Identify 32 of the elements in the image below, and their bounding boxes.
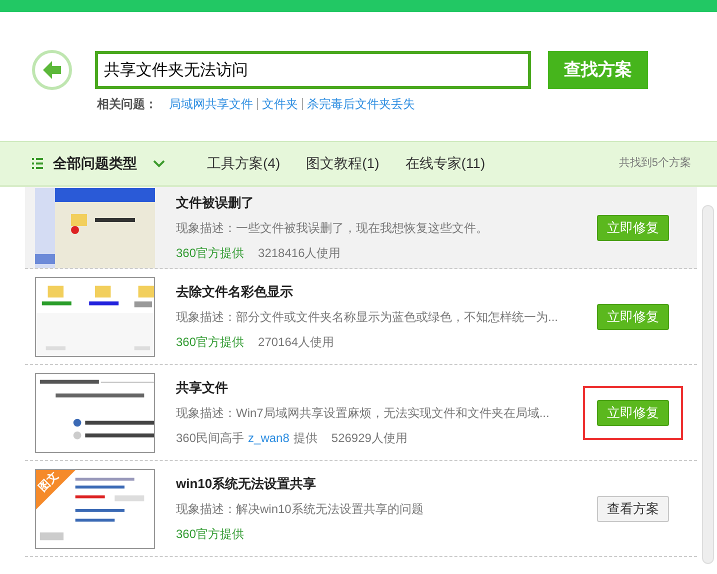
category-dropdown[interactable]: 全部问题类型 <box>53 153 165 174</box>
provider-label: 360民间高手 <box>176 430 244 448</box>
usage-count: 270164人使用 <box>258 334 334 352</box>
result-description: 现象描述：Win7局域网共享设置麻烦，无法实现文件和文件夹在局域... <box>176 405 550 422</box>
result-title[interactable]: 共享文件 <box>176 378 573 398</box>
result-count: 共找到5个方案 <box>618 156 691 172</box>
list-icon <box>32 158 43 169</box>
result-title[interactable]: 去除文件名彩色显示 <box>176 282 573 302</box>
related-link[interactable]: 杀完毒后文件夹丢失 <box>302 98 415 110</box>
usage-count: 526929人使用 <box>331 430 408 448</box>
back-arrow-icon <box>41 59 63 81</box>
related-label: 相关问题： <box>97 96 157 113</box>
search-field[interactable]: 共享文件夹无法访问 <box>95 51 531 89</box>
provider-label: 360官方提供 <box>176 334 244 352</box>
view-solution-button[interactable]: 查看方案 <box>597 496 669 522</box>
usage-count: 3218416人使用 <box>258 245 341 262</box>
filter-tab[interactable]: 在线专家(11) <box>405 153 486 174</box>
result-description: 现象描述：解决win10系统无法设置共享的问题 <box>176 501 424 518</box>
filter-tab[interactable]: 图文教程(1) <box>306 153 380 174</box>
provider-label: 360官方提供 <box>176 245 244 262</box>
related-link[interactable]: 文件夹 <box>257 98 298 110</box>
result-title[interactable]: 文件被误删了 <box>176 192 573 212</box>
chevron-down-icon <box>153 160 165 168</box>
provider-label: 360官方提供 <box>176 526 244 544</box>
result-title[interactable]: win10系统无法设置共享 <box>176 474 573 494</box>
provider-label: 提供 <box>293 430 318 448</box>
filter-tab[interactable]: 工具方案(4) <box>207 153 280 174</box>
author-link[interactable]: z_wan8 <box>248 429 290 448</box>
result-description: 现象描述：一些文件被我误删了，现在我想恢复这些文件。 <box>176 220 489 238</box>
related-link[interactable]: 局域网共享文件 <box>169 98 253 110</box>
back-button[interactable] <box>32 50 72 90</box>
result-description: 现象描述：部分文件或文件夹名称显示为蓝色或绿色，不知怎样统一为... <box>176 309 560 326</box>
